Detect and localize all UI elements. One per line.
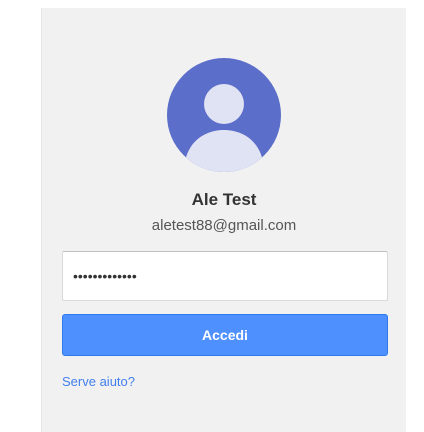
password-input[interactable]: [62, 251, 388, 301]
signin-button[interactable]: Accedi: [62, 314, 388, 356]
signin-card: Ale Test aletest88@gmail.com Accedi Serv…: [41, 8, 406, 432]
help-link[interactable]: Serve aiuto?: [62, 374, 135, 389]
avatar: [167, 58, 281, 172]
default-user-icon: [184, 84, 264, 172]
account-email: aletest88@gmail.com: [151, 217, 297, 234]
account-name: Ale Test: [191, 190, 257, 209]
